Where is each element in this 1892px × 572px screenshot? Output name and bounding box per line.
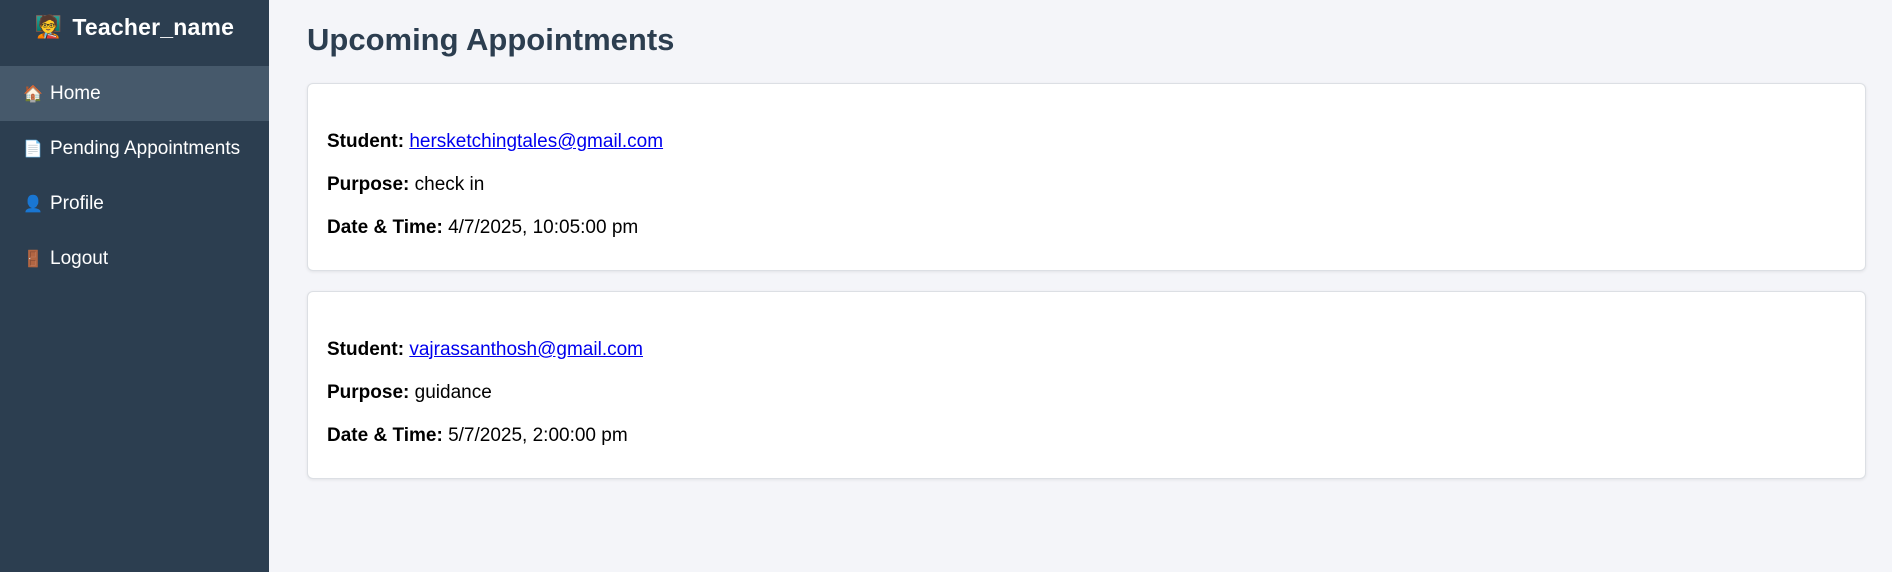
student-email-link[interactable]: hersketchingtales@gmail.com [409, 131, 663, 152]
sidebar-item-profile[interactable]: 👤 Profile [0, 176, 269, 231]
purpose-row: Purpose: check in [327, 163, 1846, 206]
main-content: Upcoming Appointments Student: hersketch… [269, 0, 1892, 572]
appointment-card: Student: vajrassanthosh@gmail.com Purpos… [307, 291, 1866, 479]
sidebar-item-label: Home [50, 82, 101, 104]
student-label: Student: [327, 131, 405, 152]
student-label: Student: [327, 339, 405, 360]
sidebar: 🧑‍🏫 Teacher_name 🏠 Home 📄 Pending Appoin… [0, 0, 269, 572]
purpose-value: check in [414, 174, 485, 195]
sidebar-item-logout[interactable]: 🚪 Logout [0, 231, 269, 286]
user-icon: 👤 [23, 195, 43, 213]
student-row: Student: vajrassanthosh@gmail.com [327, 328, 1846, 371]
purpose-row: Purpose: guidance [327, 371, 1846, 414]
door-icon: 🚪 [23, 250, 43, 268]
purpose-value: guidance [414, 382, 492, 403]
sidebar-brand: 🧑‍🏫 Teacher_name [0, 0, 269, 66]
page-title: Upcoming Appointments [307, 22, 675, 57]
teacher-name: Teacher_name [72, 13, 235, 40]
datetime-value: 5/7/2025, 2:00:00 pm [448, 425, 628, 446]
datetime-row: Date & Time: 4/7/2025, 10:05:00 pm [327, 206, 1846, 249]
document-icon: 📄 [23, 140, 43, 158]
home-icon: 🏠 [23, 85, 43, 103]
sidebar-item-label: Profile [50, 192, 104, 214]
sidebar-item-label: Logout [50, 247, 109, 269]
student-email-link[interactable]: vajrassanthosh@gmail.com [409, 339, 643, 360]
datetime-label: Date & Time: [327, 217, 443, 238]
purpose-label: Purpose: [327, 174, 410, 195]
datetime-row: Date & Time: 5/7/2025, 2:00:00 pm [327, 414, 1846, 457]
datetime-label: Date & Time: [327, 425, 443, 446]
sidebar-item-pending-appointments[interactable]: 📄 Pending Appointments [0, 121, 269, 176]
student-row: Student: hersketchingtales@gmail.com [327, 120, 1846, 163]
sidebar-item-label: Pending Appointments [50, 137, 241, 159]
datetime-value: 4/7/2025, 10:05:00 pm [448, 217, 639, 238]
appointment-card: Student: hersketchingtales@gmail.com Pur… [307, 83, 1866, 271]
sidebar-item-home[interactable]: 🏠 Home [0, 66, 269, 121]
purpose-label: Purpose: [327, 382, 410, 403]
teacher-icon: 🧑‍🏫 [34, 14, 63, 39]
